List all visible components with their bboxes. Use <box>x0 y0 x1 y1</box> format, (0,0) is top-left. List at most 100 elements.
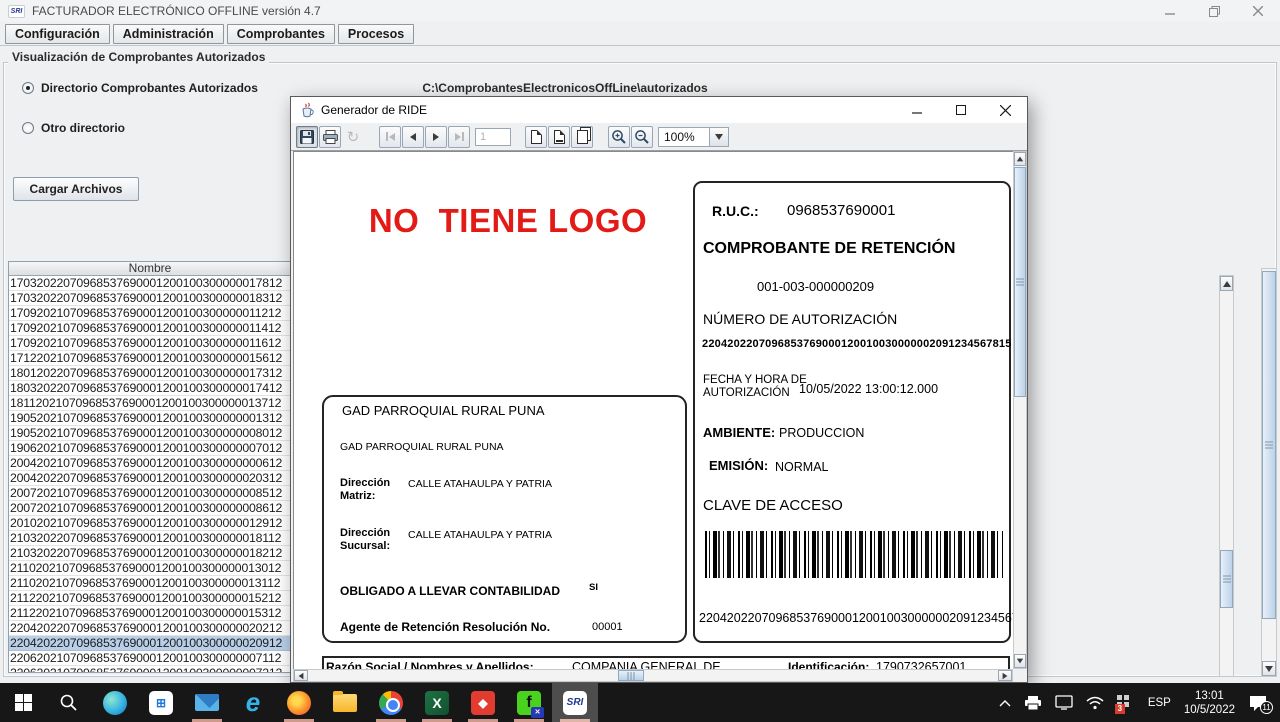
taskbar-sri-button[interactable]: SRI <box>552 683 598 722</box>
menu-administracion[interactable]: Administración <box>113 24 224 44</box>
refresh-button[interactable]: ↻ <box>342 126 364 148</box>
prev-page-button[interactable] <box>402 126 424 148</box>
table-row[interactable]: 2112202107096853769000120010030000001521… <box>9 591 291 606</box>
restore-icon[interactable] <box>1192 0 1236 22</box>
table-row[interactable]: 1709202107096853769000120010030000001141… <box>9 321 291 336</box>
panel-vertical-scrollbar[interactable] <box>1261 268 1277 677</box>
zoom-dropdown-button[interactable] <box>710 127 729 147</box>
table-row[interactable]: 2007202107096853769000120010030000000851… <box>9 486 291 501</box>
table-row[interactable]: 2010202107096853769000120010030000001291… <box>9 516 291 531</box>
dialog-scroll-down-icon[interactable] <box>1014 654 1026 668</box>
radio-directorio-autorizados[interactable]: Directorio Comprobantes Autorizados <box>22 81 258 95</box>
menu-comprobantes[interactable]: Comprobantes <box>227 24 335 44</box>
tray-cast-icon[interactable] <box>1055 695 1073 710</box>
zoom-in-button[interactable] <box>608 126 630 148</box>
table-row[interactable]: 1703202207096853769000120010030000001781… <box>9 276 291 291</box>
last-page-button[interactable] <box>448 126 470 148</box>
scroll-down-icon[interactable] <box>1262 661 1276 676</box>
dialog-scroll-right-icon[interactable] <box>998 670 1012 681</box>
table-row[interactable]: 1709202107096853769000120010030000001161… <box>9 336 291 351</box>
fit-page-view-button[interactable] <box>548 126 570 148</box>
table-row[interactable]: 2110202107096853769000120010030000001301… <box>9 561 291 576</box>
table-row[interactable]: 2112202107096853769000120010030000001531… <box>9 606 291 621</box>
table-row[interactable]: 2004202207096853769000120010030000002031… <box>9 471 291 486</box>
taskbar-mail-button[interactable] <box>184 683 230 722</box>
start-button[interactable] <box>0 683 46 722</box>
table-row[interactable]: 2103202207096853769000120010030000001811… <box>9 531 291 546</box>
scroll-up-icon[interactable] <box>1220 276 1233 291</box>
print-button[interactable] <box>319 126 341 148</box>
dialog-horizontal-scrollbar[interactable] <box>293 669 1013 682</box>
taskbar-excel-button[interactable]: X <box>414 683 460 722</box>
table-row[interactable]: 1703202207096853769000120010030000001831… <box>9 291 291 306</box>
table-row[interactable]: 1709202107096853769000120010030000001121… <box>9 306 291 321</box>
table-row[interactable]: 1803202207096853769000120010030000001741… <box>9 381 291 396</box>
tray-wifi-icon[interactable] <box>1086 696 1104 710</box>
table-row[interactable]: 2206202107096853769000120010030000000711… <box>9 651 291 666</box>
table-row[interactable]: 2007202107096853769000120010030000000861… <box>9 501 291 516</box>
dialog-close-icon[interactable] <box>983 97 1027 123</box>
radio-otro-directorio[interactable]: Otro directorio <box>22 121 125 135</box>
table-row[interactable]: 2004202107096853769000120010030000000061… <box>9 456 291 471</box>
table-row[interactable]: 1811202107096853769000120010030000001371… <box>9 396 291 411</box>
dialog-maximize-icon[interactable] <box>939 97 983 123</box>
table-vertical-scrollbar[interactable] <box>1219 275 1234 677</box>
taskbar-explorer-button[interactable] <box>322 683 368 722</box>
table-row[interactable]: 1801202207096853769000120010030000001731… <box>9 366 291 381</box>
next-page-button[interactable] <box>425 126 447 148</box>
dialog-scroll-left-icon[interactable] <box>294 670 308 681</box>
chevron-down-icon <box>715 134 723 140</box>
taskbar-chrome-button[interactable] <box>368 683 414 722</box>
minimize-icon[interactable] <box>1148 0 1192 22</box>
zoom-out-button[interactable] <box>631 126 653 148</box>
panel-scrollbar-thumb[interactable] <box>1262 271 1276 619</box>
table-row[interactable]: 2103202207096853769000120010030000001821… <box>9 546 291 561</box>
table-row[interactable]: 1712202107096853769000120010030000001561… <box>9 351 291 366</box>
tray-printer-icon[interactable] <box>1024 695 1042 711</box>
taskbar-facturador-button[interactable]: f ✕ <box>506 683 552 722</box>
file-list-rows: 1703202207096853769000120010030000001781… <box>9 276 291 673</box>
floppy-icon <box>300 130 314 144</box>
dialog-vertical-scrollbar[interactable] <box>1013 151 1027 669</box>
table-row[interactable]: 2110202107096853769000120010030000001311… <box>9 576 291 591</box>
close-icon[interactable] <box>1236 0 1280 22</box>
zoom-level-field[interactable]: 100% <box>658 127 710 147</box>
taskbar-red-app-button[interactable]: ◆ <box>460 683 506 722</box>
taskbar-search-button[interactable] <box>46 683 92 722</box>
clock[interactable]: 13:01 10/5/2022 <box>1184 689 1235 717</box>
multi-page-icon <box>577 130 588 144</box>
file-table: Nombre 170320220709685376900012001003000… <box>8 261 292 673</box>
table-header-nombre[interactable]: Nombre <box>9 262 291 276</box>
taskbar-firefox-button[interactable] <box>276 683 322 722</box>
single-page-view-button[interactable] <box>525 126 547 148</box>
tray-update-icon[interactable]: 3 <box>1117 695 1135 711</box>
table-row[interactable]: 1906202107096853769000120010030000000701… <box>9 441 291 456</box>
taskbar-ie-button[interactable]: e <box>230 683 276 722</box>
menu-procesos[interactable]: Procesos <box>338 24 414 44</box>
taskbar-edge-button[interactable] <box>92 683 138 722</box>
page-number-input[interactable] <box>475 128 511 146</box>
multi-page-view-button[interactable] <box>571 126 593 148</box>
dialog-scroll-up-icon[interactable] <box>1014 152 1026 166</box>
window-title: FACTURADOR ELECTRÓNICO OFFLINE versión 4… <box>32 4 321 18</box>
dialog-minimize-icon[interactable] <box>895 97 939 123</box>
dialog-vscroll-thumb[interactable] <box>1014 167 1026 397</box>
fecha-autorizacion-label: FECHA Y HORA DE AUTORIZACIÓN <box>703 374 811 400</box>
taskbar-store-button[interactable]: ⊞ <box>138 683 184 722</box>
save-button[interactable] <box>296 126 318 148</box>
language-indicator[interactable]: ESP <box>1148 697 1171 709</box>
table-row[interactable]: 2204202207096853769000120010030000002091… <box>9 636 291 651</box>
cargar-archivos-button[interactable]: Cargar Archivos <box>13 177 139 201</box>
dialog-hscroll-thumb[interactable] <box>618 670 644 681</box>
first-page-button[interactable] <box>379 126 401 148</box>
table-row[interactable]: 2206202107096853769000120010030000000721… <box>9 666 291 673</box>
notification-center-button[interactable]: 11 <box>1248 694 1270 712</box>
fecha-autorizacion-value: 10/05/2022 13:00:12.000 <box>799 382 938 396</box>
menu-configuracion[interactable]: Configuración <box>5 24 110 44</box>
table-row[interactable]: 1905202107096853769000120010030000000801… <box>9 426 291 441</box>
table-row[interactable]: 1905202107096853769000120010030000000131… <box>9 411 291 426</box>
ruc-value: 0968537690001 <box>787 202 895 219</box>
tray-chevron-up-icon[interactable] <box>999 699 1011 707</box>
table-row[interactable]: 2204202207096853769000120010030000002021… <box>9 621 291 636</box>
table-scrollbar-thumb[interactable] <box>1220 550 1233 608</box>
